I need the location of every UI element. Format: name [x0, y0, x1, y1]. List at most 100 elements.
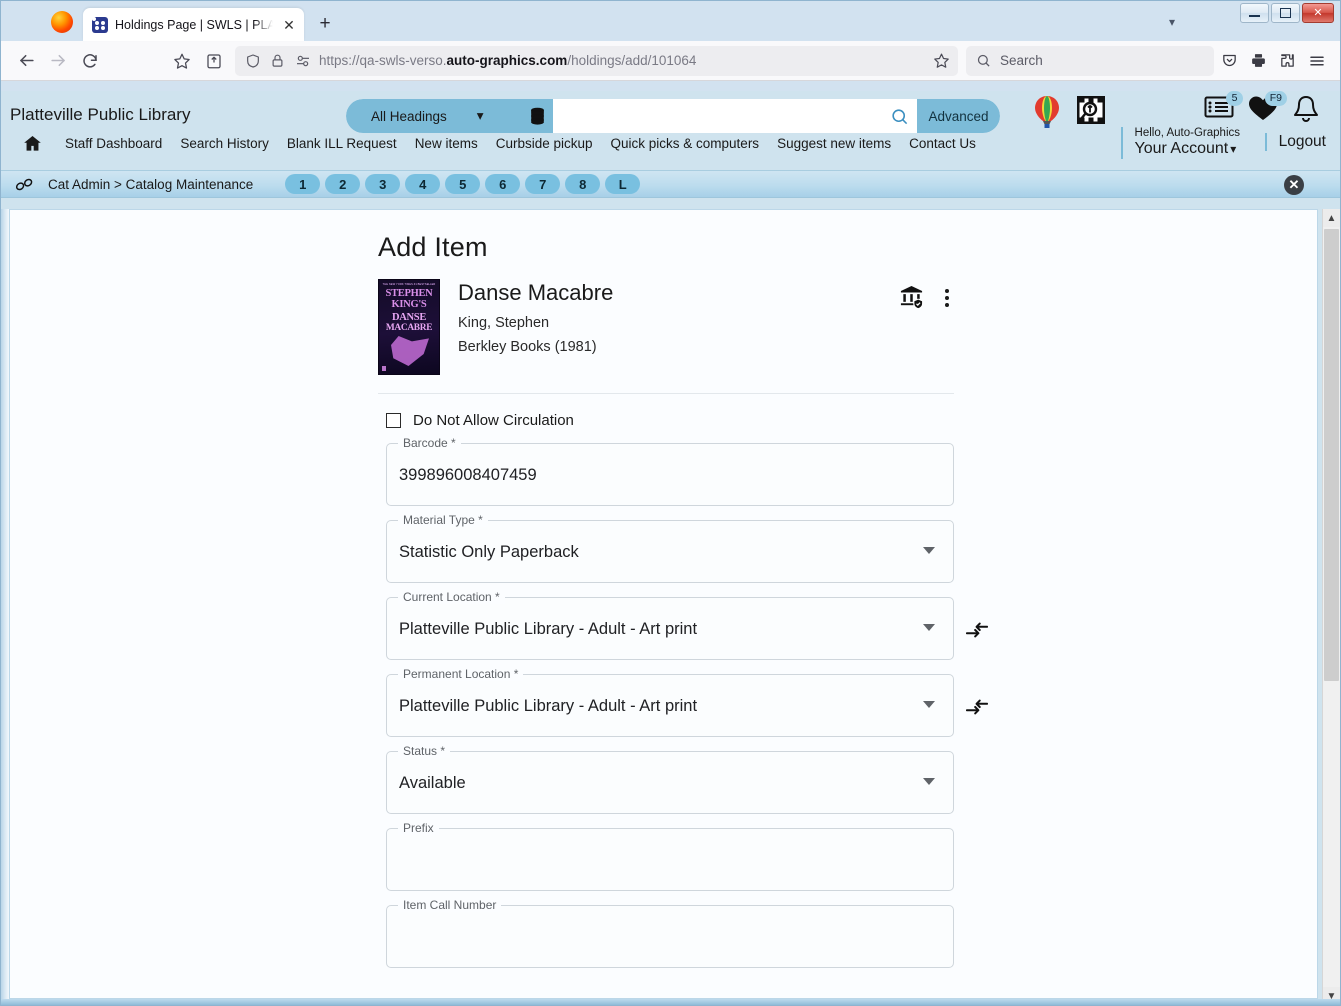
- page-chip-group: 1 2 3 4 5 6 7 8 L: [285, 174, 641, 194]
- url-path: /holdings/add/101064: [567, 53, 697, 68]
- account-menu[interactable]: Hello, Auto-Graphics Your Account ▾: [1120, 127, 1240, 159]
- pocket-icon[interactable]: [1216, 47, 1243, 75]
- database-icon[interactable]: [521, 99, 553, 133]
- chevron-down-icon[interactable]: [923, 778, 935, 785]
- browser-search-placeholder: Search: [1000, 53, 1043, 68]
- field-barcode[interactable]: Barcode * 399896008407459: [386, 436, 954, 506]
- search-scope-value: All Headings: [371, 108, 447, 124]
- cover-line-2: KING'S: [391, 299, 427, 310]
- new-tab-button[interactable]: +: [312, 11, 338, 37]
- field-value: 399896008407459: [399, 466, 537, 484]
- search-scope-select[interactable]: All Headings ▾: [346, 99, 521, 133]
- nav-link-blank-ill-request[interactable]: Blank ILL Request: [278, 136, 406, 151]
- tab-list-chevron-down-icon[interactable]: ▾: [1164, 15, 1180, 29]
- page-chip[interactable]: 5: [445, 174, 481, 194]
- browser-tab[interactable]: Holdings Page | SWLS | PLATT ✕: [83, 8, 304, 41]
- nav-link-quick-picks-computers[interactable]: Quick picks & computers: [602, 136, 769, 151]
- field-label: Permanent Location *: [398, 667, 524, 681]
- catalog-search-input[interactable]: [553, 99, 890, 133]
- window-maximize-button[interactable]: [1271, 3, 1300, 23]
- close-circle-icon[interactable]: ✕: [1284, 175, 1304, 195]
- chevron-down-icon[interactable]: [923, 701, 935, 708]
- bell-icon[interactable]: [1292, 95, 1320, 125]
- firefox-logo-icon: [51, 11, 73, 33]
- nav-link-search-history[interactable]: Search History: [171, 136, 278, 151]
- forward-arrow-icon[interactable]: [43, 46, 73, 76]
- do-not-allow-circulation-label: Do Not Allow Circulation: [413, 412, 574, 429]
- nav-link-curbside-pickup[interactable]: Curbside pickup: [487, 136, 602, 151]
- field-material-type[interactable]: Material Type * Statistic Only Paperback: [386, 513, 954, 583]
- page-scrollbar[interactable]: ▲ ▼: [1322, 209, 1340, 1005]
- save-to-collection-icon[interactable]: [199, 46, 229, 76]
- url-scheme: https://qa-swls-verso.: [319, 53, 447, 68]
- tab-close-icon[interactable]: ✕: [280, 16, 298, 34]
- page-chip[interactable]: 4: [405, 174, 441, 194]
- image-search-icon[interactable]: [1076, 95, 1106, 125]
- shield-icon[interactable]: [244, 52, 261, 69]
- logout-button[interactable]: Logout: [1264, 133, 1326, 151]
- library-name: Platteville Public Library: [10, 105, 191, 124]
- add-item-form: Add Item THE NEW YORK TIMES #1 BESTSELLE…: [10, 210, 1317, 968]
- transfer-arrow-icon[interactable]: [965, 695, 989, 719]
- page-chip[interactable]: 6: [485, 174, 521, 194]
- chevron-down-icon[interactable]: [923, 624, 935, 631]
- page-chip[interactable]: 7: [525, 174, 561, 194]
- transfer-arrow-icon[interactable]: [965, 618, 989, 642]
- field-status[interactable]: Status * Available: [386, 744, 954, 814]
- cover-line-1: STEPHEN: [385, 288, 433, 299]
- library-holdings-icon[interactable]: [899, 285, 924, 310]
- page-chip[interactable]: 8: [565, 174, 601, 194]
- reload-icon[interactable]: [75, 46, 105, 76]
- scrollbar-thumb[interactable]: [1324, 229, 1339, 681]
- bib-title: Danse Macabre: [458, 280, 614, 305]
- search-icon[interactable]: [890, 107, 909, 126]
- chevron-down-icon[interactable]: [923, 547, 935, 554]
- tab-strip: Holdings Page | SWLS | PLATT ✕ + ▾ ✕: [1, 1, 1340, 41]
- nav-link-new-items[interactable]: New items: [406, 136, 487, 151]
- lists-badge: 5: [1226, 91, 1243, 106]
- window-minimize-button[interactable]: [1240, 3, 1269, 23]
- field-value: Available: [399, 774, 466, 792]
- catalog-search-field[interactable]: [553, 99, 917, 133]
- page-chip[interactable]: L: [605, 174, 641, 194]
- my-lists-icon[interactable]: 5: [1204, 91, 1243, 119]
- page-bottom-edge: [1, 999, 1340, 1005]
- hamburger-menu-icon[interactable]: [1303, 47, 1330, 75]
- nav-link-contact-us[interactable]: Contact Us: [900, 136, 985, 151]
- account-label-text: Your Account: [1134, 140, 1229, 158]
- field-prefix[interactable]: Prefix: [386, 821, 954, 891]
- padlock-icon[interactable]: [269, 52, 286, 69]
- search-icon: [976, 53, 991, 68]
- extensions-icon[interactable]: [1274, 47, 1301, 75]
- field-item-call-number[interactable]: Item Call Number: [386, 898, 954, 968]
- hot-air-balloon-icon[interactable]: [1032, 95, 1062, 129]
- url-bar[interactable]: https://qa-swls-verso.auto-graphics.com/…: [235, 45, 958, 76]
- home-icon[interactable]: [23, 134, 42, 153]
- do-not-allow-circulation-checkbox[interactable]: [386, 413, 401, 428]
- heart-icon[interactable]: F9: [1248, 91, 1287, 122]
- page-chip[interactable]: 3: [365, 174, 401, 194]
- permissions-icon[interactable]: [294, 52, 311, 69]
- back-arrow-icon[interactable]: [11, 46, 41, 76]
- advanced-search-button[interactable]: Advanced: [917, 99, 1000, 133]
- do-not-allow-circulation-row[interactable]: Do Not Allow Circulation: [386, 412, 962, 429]
- favorites-badge: F9: [1264, 91, 1287, 106]
- page-title: Add Item: [378, 232, 488, 262]
- star-bookmark-icon[interactable]: [167, 46, 197, 76]
- bookmark-star-icon[interactable]: [933, 52, 950, 69]
- page-chip[interactable]: 2: [325, 174, 361, 194]
- field-current-location[interactable]: Current Location * Platteville Public Li…: [386, 590, 988, 660]
- chevron-down-icon: ▾: [1230, 141, 1237, 156]
- scrollbar-up-chevron-icon[interactable]: ▲: [1323, 209, 1340, 227]
- page-chip[interactable]: 1: [285, 174, 321, 194]
- browser-search-box[interactable]: Search: [966, 45, 1214, 76]
- field-value: Statistic Only Paperback: [399, 543, 579, 561]
- kebab-menu-icon[interactable]: [940, 287, 954, 309]
- printer-icon[interactable]: [1245, 47, 1272, 75]
- field-permanent-location[interactable]: Permanent Location * Platteville Public …: [386, 667, 988, 737]
- window-close-button[interactable]: ✕: [1302, 3, 1334, 23]
- nav-link-staff-dashboard[interactable]: Staff Dashboard: [56, 136, 171, 151]
- browser-window: Holdings Page | SWLS | PLATT ✕ + ▾ ✕ htt…: [0, 0, 1341, 1006]
- account-greeting: Hello, Auto-Graphics: [1134, 127, 1240, 139]
- nav-link-suggest-new-items[interactable]: Suggest new items: [768, 136, 900, 151]
